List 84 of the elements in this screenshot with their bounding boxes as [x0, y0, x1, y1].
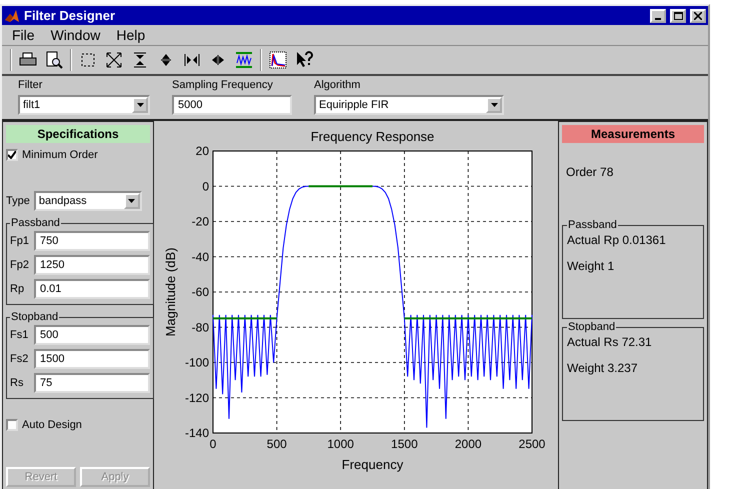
- parameter-field[interactable]: 0.01: [34, 279, 150, 299]
- y-tick-label: 0: [202, 179, 208, 194]
- x-tick-label: 1000: [326, 437, 354, 451]
- menu-item[interactable]: Help: [110, 27, 152, 43]
- close-button[interactable]: [690, 8, 706, 22]
- window-title: Filter Designer: [24, 8, 116, 23]
- y-axis-label: Magnitude (dB): [162, 248, 178, 336]
- chart-title: Frequency Response: [310, 129, 434, 144]
- type-label: Type: [6, 195, 30, 207]
- x-tick-label: 500: [266, 437, 286, 451]
- group-title: Stopband: [10, 311, 60, 323]
- measurement-text: Weight 1: [567, 259, 616, 273]
- algorithm-dropdown[interactable]: Equiripple FIR: [314, 95, 504, 115]
- app-logo-icon: [4, 8, 20, 24]
- minimize-button[interactable]: [650, 8, 666, 22]
- dropdown-arrow-button[interactable]: [132, 97, 148, 113]
- y-tick-label: -20: [191, 214, 208, 228]
- measurement-text: Actual Rs 72.31: [567, 335, 653, 349]
- parameter-label: Rp: [10, 283, 26, 295]
- caret-icon: [490, 103, 498, 107]
- parameter-field[interactable]: 750: [34, 231, 150, 251]
- minimum-order-label: Minimum Order: [22, 149, 98, 161]
- zoom-y-in-icon: [131, 51, 149, 69]
- parameter-field[interactable]: 1500: [34, 349, 150, 369]
- caret-icon: [128, 199, 136, 203]
- y-tick-label: -60: [191, 285, 208, 299]
- zoom-x-in-icon: [183, 51, 201, 69]
- print-preview-button[interactable]: [44, 50, 64, 70]
- menu-item[interactable]: File: [6, 27, 41, 43]
- specifications-header: Specifications: [6, 125, 150, 143]
- type-dropdown[interactable]: bandpass: [34, 191, 142, 211]
- response-plot-icon: [269, 51, 287, 69]
- sampling-frequency-label: Sampling Frequency: [172, 79, 274, 91]
- parameter-label: Fp2: [10, 259, 30, 271]
- x-tick-label: 2500: [518, 437, 545, 451]
- waveform-icon: [235, 51, 253, 69]
- help-pointer-icon: [295, 51, 313, 69]
- y-tick-label: -100: [184, 356, 208, 370]
- measurement-text: Actual Rp 0.01361: [567, 233, 667, 247]
- zoom-box-icon: [79, 51, 97, 69]
- sampling-frequency-field[interactable]: 5000: [172, 95, 292, 115]
- y-tick-label: -80: [191, 320, 208, 334]
- minimize-icon: [655, 18, 661, 20]
- x-axis-label: Frequency: [341, 457, 403, 472]
- help-pointer-button[interactable]: [294, 50, 314, 70]
- close-icon: [694, 12, 702, 20]
- group-title: Stopband: [567, 321, 616, 333]
- auto-design-checkbox[interactable]: [6, 419, 18, 431]
- caret-icon: [136, 103, 144, 107]
- menu-item[interactable]: Window: [44, 27, 106, 43]
- response-plot-button[interactable]: [268, 50, 288, 70]
- parameter-label: Rs: [10, 377, 24, 389]
- y-tick-label: 20: [195, 144, 208, 158]
- x-tick-label: 1500: [390, 437, 418, 451]
- parameter-label: Fs1: [10, 329, 30, 341]
- filter-label: Filter: [18, 79, 44, 91]
- algorithm-label: Algorithm: [314, 79, 362, 91]
- parameter-label: Fp1: [10, 235, 30, 247]
- print-preview-icon: [45, 51, 63, 69]
- minimum-order-checkbox[interactable]: [6, 149, 18, 161]
- x-tick-label: 2000: [454, 437, 482, 451]
- dropdown-arrow-button[interactable]: [124, 193, 140, 209]
- measurement-text: Weight 3.237: [567, 361, 639, 375]
- group-title: Passband: [10, 217, 61, 229]
- y-tick-label: -140: [184, 426, 208, 440]
- y-tick-label: -40: [191, 250, 208, 264]
- parameter-field[interactable]: 1250: [34, 255, 150, 275]
- group-title: Passband: [567, 219, 618, 231]
- parameter-label: Fs2: [10, 353, 30, 365]
- x-tick-label: 0: [209, 437, 216, 451]
- zoom-full-button[interactable]: [104, 50, 124, 70]
- parameter-field[interactable]: 500: [34, 325, 150, 345]
- order-text: Order 78: [566, 165, 614, 179]
- y-tick-label: -120: [184, 390, 208, 405]
- dropdown-arrow-button[interactable]: [486, 97, 502, 113]
- auto-design-label: Auto Design: [22, 419, 82, 431]
- checkmark-icon: [8, 151, 16, 159]
- zoom-full-icon: [105, 51, 123, 69]
- maximize-icon: [674, 12, 682, 20]
- maximize-button[interactable]: [670, 8, 686, 22]
- measurements-header: Measurements: [562, 125, 704, 143]
- waveform-button[interactable]: [234, 50, 254, 70]
- parameter-field[interactable]: 75: [34, 373, 150, 393]
- filter-dropdown[interactable]: filt1: [18, 95, 150, 115]
